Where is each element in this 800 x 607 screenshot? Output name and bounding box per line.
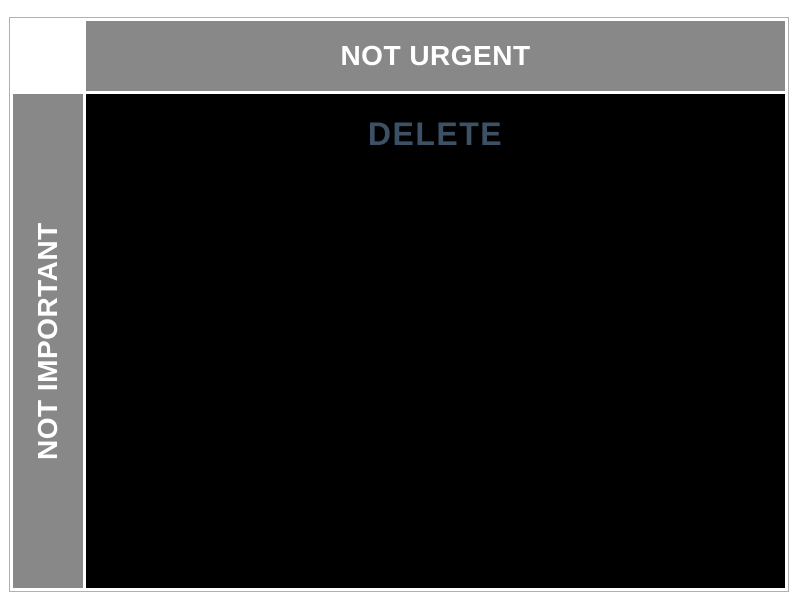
- quadrant-title: DELETE: [368, 116, 503, 153]
- column-header-label: NOT URGENT: [340, 40, 530, 72]
- column-header-not-urgent: NOT URGENT: [86, 21, 785, 91]
- quadrant-delete: DELETE: [86, 94, 785, 588]
- matrix-corner-cell: [13, 21, 83, 91]
- row-header-not-important: NOT IMPORTANT: [13, 94, 83, 588]
- row-header-label: NOT IMPORTANT: [32, 222, 64, 460]
- eisenhower-matrix-quadrant: NOT URGENT NOT IMPORTANT DELETE: [9, 17, 789, 592]
